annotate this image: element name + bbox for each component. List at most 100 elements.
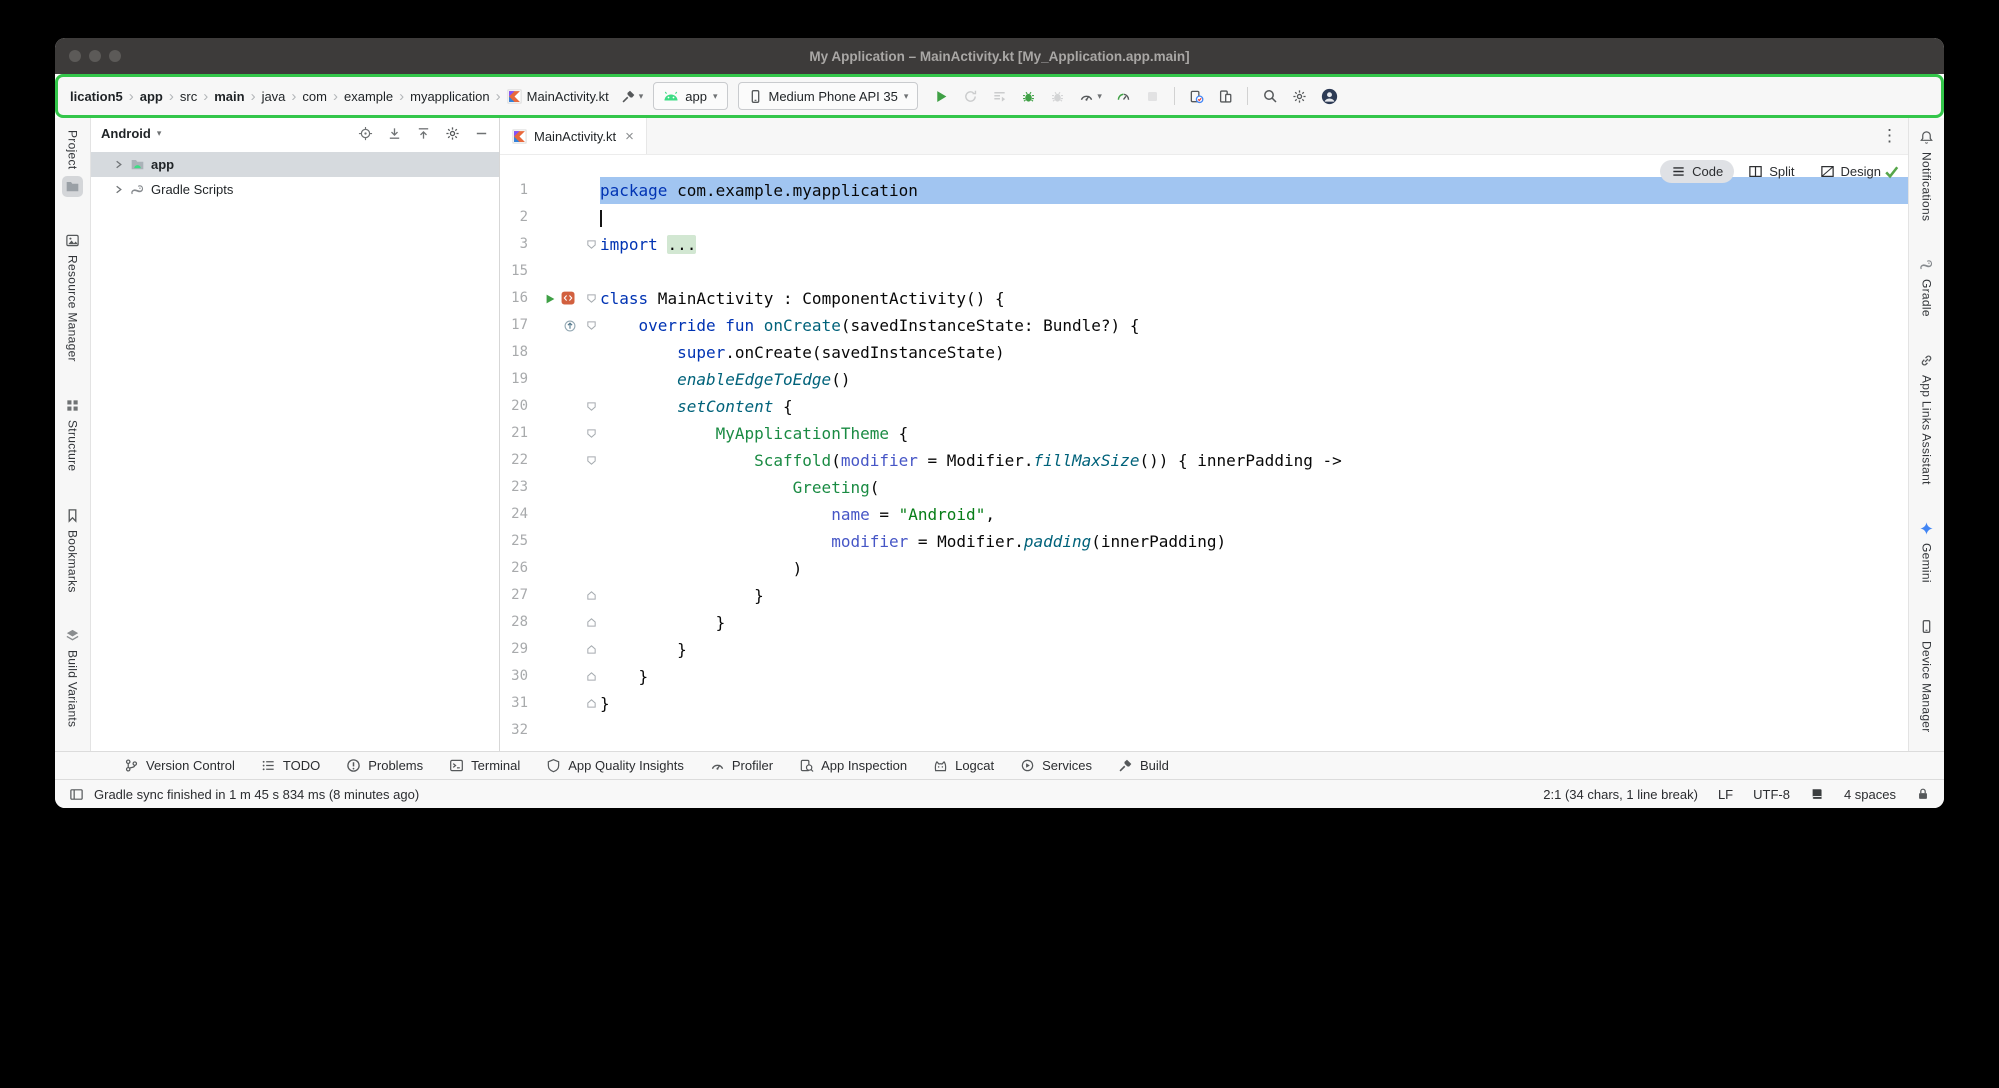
locate-file-button[interactable] [358, 126, 373, 141]
window-layout-icon[interactable] [69, 787, 84, 802]
code-line-30[interactable]: 30 } [500, 663, 1908, 690]
tool-stripe-resource-manager[interactable]: Resource Manager [65, 233, 80, 362]
tool-stripe-notifications[interactable]: Notifications [1919, 130, 1934, 221]
code-line-32[interactable]: 32 [500, 717, 1908, 744]
tool-window-button-todo[interactable]: TODO [248, 752, 333, 779]
code-line-19[interactable]: 19 enableEdgeToEdge() [500, 366, 1908, 393]
collapse-all-button[interactable] [416, 126, 431, 141]
tool-window-button-app-inspection[interactable]: App Inspection [786, 752, 920, 779]
code-line-26[interactable]: 26 ) [500, 555, 1908, 582]
tree-item-app[interactable]: app [91, 152, 499, 177]
fold-marker-icon[interactable] [586, 293, 597, 304]
fold-marker-icon[interactable] [586, 671, 597, 682]
code-line-2[interactable]: 2 [500, 204, 1908, 231]
tool-window-button-problems[interactable]: Problems [333, 752, 436, 779]
tool-window-button-logcat[interactable]: Logcat [920, 752, 1007, 779]
apply-code-changes-button[interactable] [992, 89, 1007, 104]
close-window-button[interactable] [69, 50, 81, 62]
device-streaming-button[interactable] [1189, 89, 1204, 104]
profile-app-button[interactable] [1116, 89, 1131, 104]
code-editor[interactable]: CodeSplitDesign 1package com.example.mya… [500, 155, 1908, 751]
code-line-18[interactable]: 18 super.onCreate(savedInstanceState) [500, 339, 1908, 366]
code-line-27[interactable]: 27 } [500, 582, 1908, 609]
tool-window-button-build[interactable]: Build [1105, 752, 1182, 779]
status-line-separator[interactable]: LF [1718, 787, 1733, 802]
editor-tab[interactable]: MainActivity.kt × [500, 118, 647, 154]
project-view-select[interactable]: Android [101, 126, 151, 141]
settings-button[interactable] [1292, 89, 1307, 104]
search-everywhere-button[interactable] [1262, 88, 1278, 104]
tool-stripe-gradle[interactable]: Gradle [1919, 257, 1934, 317]
tool-window-button-terminal[interactable]: Terminal [436, 752, 533, 779]
expand-all-button[interactable] [387, 126, 402, 141]
fold-marker-icon[interactable] [586, 644, 597, 655]
override-method-icon[interactable] [564, 320, 576, 332]
minimize-window-button[interactable] [89, 50, 101, 62]
code-line-15[interactable]: 15 [500, 258, 1908, 285]
apply-changes-button[interactable] [963, 89, 978, 104]
tool-stripe-structure[interactable]: Structure [65, 398, 80, 471]
status-caret-position[interactable]: 2:1 (34 chars, 1 line break) [1543, 787, 1698, 802]
attach-debugger-button[interactable] [1050, 89, 1065, 104]
book-icon[interactable] [1810, 787, 1824, 801]
code-line-29[interactable]: 29 } [500, 636, 1908, 663]
status-file-encoding[interactable]: UTF-8 [1753, 787, 1790, 802]
code-line-28[interactable]: 28 } [500, 609, 1908, 636]
debug-button[interactable] [1021, 89, 1036, 104]
tool-stripe-bookmarks[interactable]: Bookmarks [65, 508, 80, 593]
tool-window-button-services[interactable]: Services [1007, 752, 1105, 779]
code-line-25[interactable]: 25 modifier = Modifier.padding(innerPadd… [500, 528, 1908, 555]
view-mode-design[interactable]: Design [1809, 160, 1892, 183]
tool-window-button-profiler[interactable]: Profiler [697, 752, 786, 779]
breadcrumb-item-java[interactable]: java [260, 87, 288, 106]
tool-window-button-app-quality-insights[interactable]: App Quality Insights [533, 752, 697, 779]
fold-marker-icon[interactable] [586, 401, 597, 412]
fold-marker-icon[interactable] [586, 698, 597, 709]
code-line-3[interactable]: 3import ... [500, 231, 1908, 258]
code-line-23[interactable]: 23 Greeting( [500, 474, 1908, 501]
compose-preview-icon[interactable] [561, 291, 576, 306]
breadcrumb-item-mainactivity-kt[interactable]: MainActivity.kt [505, 87, 611, 106]
breadcrumb-item-example[interactable]: example [342, 87, 395, 106]
code-line-17[interactable]: 17 override fun onCreate(savedInstanceSt… [500, 312, 1908, 339]
fold-marker-icon[interactable] [586, 590, 597, 601]
profiler-button[interactable]: ▾ [1079, 89, 1102, 104]
run-config-select[interactable]: app ▾ [653, 82, 727, 110]
code-line-24[interactable]: 24 name = "Android", [500, 501, 1908, 528]
code-line-20[interactable]: 20 setContent { [500, 393, 1908, 420]
code-line-16[interactable]: 16class MainActivity : ComponentActivity… [500, 285, 1908, 312]
run-button[interactable] [934, 89, 949, 104]
breadcrumb-item-src[interactable]: src [178, 87, 199, 106]
tool-stripe-project[interactable]: Project [62, 130, 83, 197]
tool-stripe-gemini[interactable]: Gemini [1919, 521, 1934, 583]
chevron-right-icon[interactable] [113, 184, 124, 195]
code-line-21[interactable]: 21 MyApplicationTheme { [500, 420, 1908, 447]
view-options-button[interactable] [445, 126, 460, 141]
view-mode-split[interactable]: Split [1737, 160, 1805, 183]
breadcrumb-item-main[interactable]: main [212, 87, 246, 106]
inspections-ok-check-icon[interactable] [1883, 163, 1900, 180]
lock-icon[interactable] [1916, 787, 1930, 801]
editor-options-icon[interactable]: ⋮ [1881, 126, 1898, 146]
device-select[interactable]: Medium Phone API 35 ▾ [738, 82, 919, 110]
tool-stripe-device-manager[interactable]: Device Manager [1919, 619, 1934, 733]
fold-marker-icon[interactable] [586, 320, 597, 331]
running-devices-button[interactable] [1218, 89, 1233, 104]
chevron-right-icon[interactable] [113, 159, 124, 170]
tool-stripe-build-variants[interactable]: Build Variants [65, 628, 80, 727]
breadcrumb-item-app[interactable]: app [138, 87, 165, 106]
fold-marker-icon[interactable] [586, 455, 597, 466]
hide-panel-button[interactable] [474, 126, 489, 141]
profile-avatar[interactable] [1321, 88, 1338, 105]
tree-item-gradle-scripts[interactable]: Gradle Scripts [91, 177, 499, 202]
titlebar[interactable]: My Application – MainActivity.kt [My_App… [55, 38, 1944, 74]
fold-marker-icon[interactable] [586, 239, 597, 250]
tool-stripe-app-links-assistant[interactable]: App Links Assistant [1919, 353, 1934, 485]
status-indent-setting[interactable]: 4 spaces [1844, 787, 1896, 802]
breadcrumb-item-com[interactable]: com [300, 87, 329, 106]
code-line-22[interactable]: 22 Scaffold(modifier = Modifier.fillMaxS… [500, 447, 1908, 474]
zoom-window-button[interactable] [109, 50, 121, 62]
breadcrumb-item-lication5[interactable]: lication5 [68, 87, 125, 106]
view-mode-code[interactable]: Code [1660, 160, 1734, 183]
code-line-31[interactable]: 31} [500, 690, 1908, 717]
